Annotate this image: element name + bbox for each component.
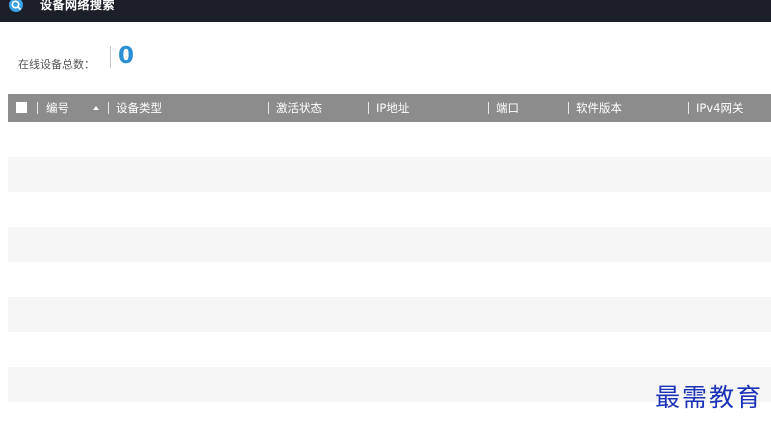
column-header-port[interactable]: 端口 bbox=[496, 94, 519, 122]
column-separator bbox=[37, 102, 38, 114]
column-header-ipv4-gateway[interactable]: IPv4网关 bbox=[696, 94, 743, 122]
table-row bbox=[8, 297, 771, 332]
column-separator bbox=[488, 102, 489, 114]
table-row bbox=[8, 332, 771, 367]
column-header-activation-status[interactable]: 激活状态 bbox=[276, 94, 322, 122]
summary-divider bbox=[110, 46, 111, 68]
column-separator bbox=[108, 102, 109, 114]
online-device-count-label: 在线设备总数： bbox=[18, 58, 95, 71]
column-header-device-type[interactable]: 设备类型 bbox=[116, 94, 162, 122]
column-header-ip-address[interactable]: IP地址 bbox=[376, 94, 409, 122]
column-separator bbox=[688, 102, 689, 114]
device-table: 编号 设备类型 激活状态 IP地址 端口 软件版本 IPv4网关 bbox=[8, 94, 771, 402]
column-separator bbox=[268, 102, 269, 114]
table-row bbox=[8, 262, 771, 297]
table-row bbox=[8, 122, 771, 157]
online-device-count: 0 bbox=[118, 43, 135, 69]
column-separator bbox=[368, 102, 369, 114]
table-row bbox=[8, 192, 771, 227]
search-icon bbox=[8, 0, 24, 13]
select-all-checkbox[interactable] bbox=[16, 102, 27, 113]
title-bar: 设备网络搜索 bbox=[0, 0, 771, 22]
table-row bbox=[8, 157, 771, 192]
window-title: 设备网络搜索 bbox=[40, 0, 116, 12]
table-row bbox=[8, 227, 771, 262]
column-header-software-version[interactable]: 软件版本 bbox=[576, 94, 622, 122]
column-separator bbox=[568, 102, 569, 114]
table-body bbox=[8, 122, 771, 402]
sort-ascending-icon[interactable] bbox=[93, 106, 99, 110]
table-header: 编号 设备类型 激活状态 IP地址 端口 软件版本 IPv4网关 bbox=[8, 94, 771, 122]
column-header-number[interactable]: 编号 bbox=[46, 94, 69, 122]
watermark: 最需教育 bbox=[654, 383, 763, 412]
